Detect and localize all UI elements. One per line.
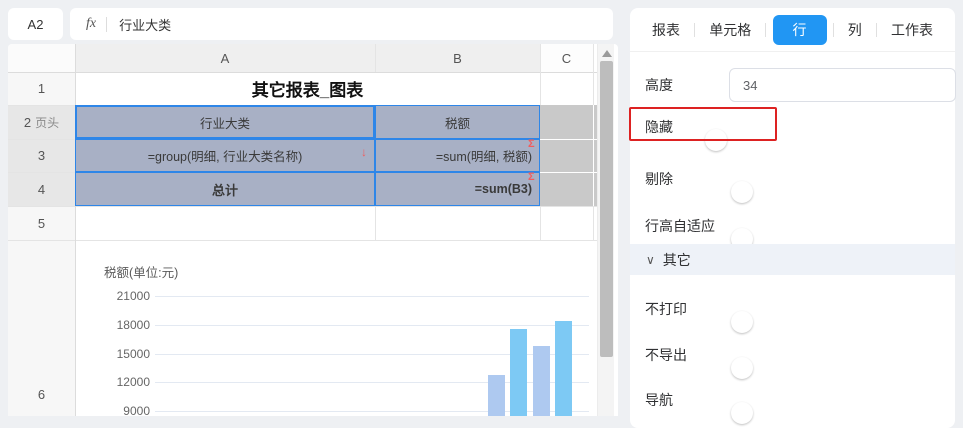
remove-field-row: 剔除 [645,164,940,194]
cell-reference: A2 [28,17,44,32]
height-input[interactable] [729,68,956,102]
bar-chart [8,44,597,416]
hide-field-row: 隐藏 [645,112,940,142]
no-export-label: 不导出 [645,345,687,365]
height-label: 高度 [645,75,673,95]
tab-row[interactable]: 行 [773,15,827,45]
tab-report[interactable]: 报表 [644,15,688,45]
chart-bar [510,329,527,416]
divider [106,17,107,32]
scrollbar-thumb[interactable] [600,61,613,357]
chart-bar [533,346,550,416]
chevron-down-icon: ∨ [646,253,655,267]
cell-reference-box[interactable]: A2 [8,8,63,40]
navigation-field-row: 导航 [645,385,940,415]
panel-tabs: 报表 单元格 行 列 工作表 [630,8,955,52]
auto-row-height-label: 行高自适应 [645,216,715,236]
no-print-field-row: 不打印 [645,294,940,324]
scroll-up-icon[interactable] [602,50,612,57]
other-section-label: 其它 [663,250,691,270]
auto-row-height-field-row: 行高自适应 [645,211,940,241]
tab-worksheet[interactable]: 工作表 [883,15,941,45]
no-print-label: 不打印 [645,299,687,319]
spreadsheet[interactable]: A B C 1 2 页头 3 4 5 6 其它报表_图表 行业大类 税额 =gr… [8,44,618,416]
no-export-field-row: 不导出 [645,340,940,370]
hide-label: 隐藏 [645,117,673,137]
chart-bar [488,375,505,416]
tab-column[interactable]: 列 [840,15,870,45]
navigation-label: 导航 [645,390,673,410]
other-section-header[interactable]: ∨ 其它 [630,244,955,275]
tab-cell[interactable]: 单元格 [701,15,759,45]
remove-label: 剔除 [645,169,673,189]
fx-icon: fx [86,16,96,32]
height-field-row: 高度 [645,68,940,102]
formula-bar-value: 行业大类 [119,15,171,34]
formula-bar[interactable]: fx 行业大类 [70,8,613,40]
vertical-scrollbar[interactable] [597,44,614,416]
chart-bar [555,321,572,416]
properties-panel: 报表 单元格 行 列 工作表 高度 隐藏 剔除 行高自适应 ∨ 其它 不打印 不… [630,8,955,428]
